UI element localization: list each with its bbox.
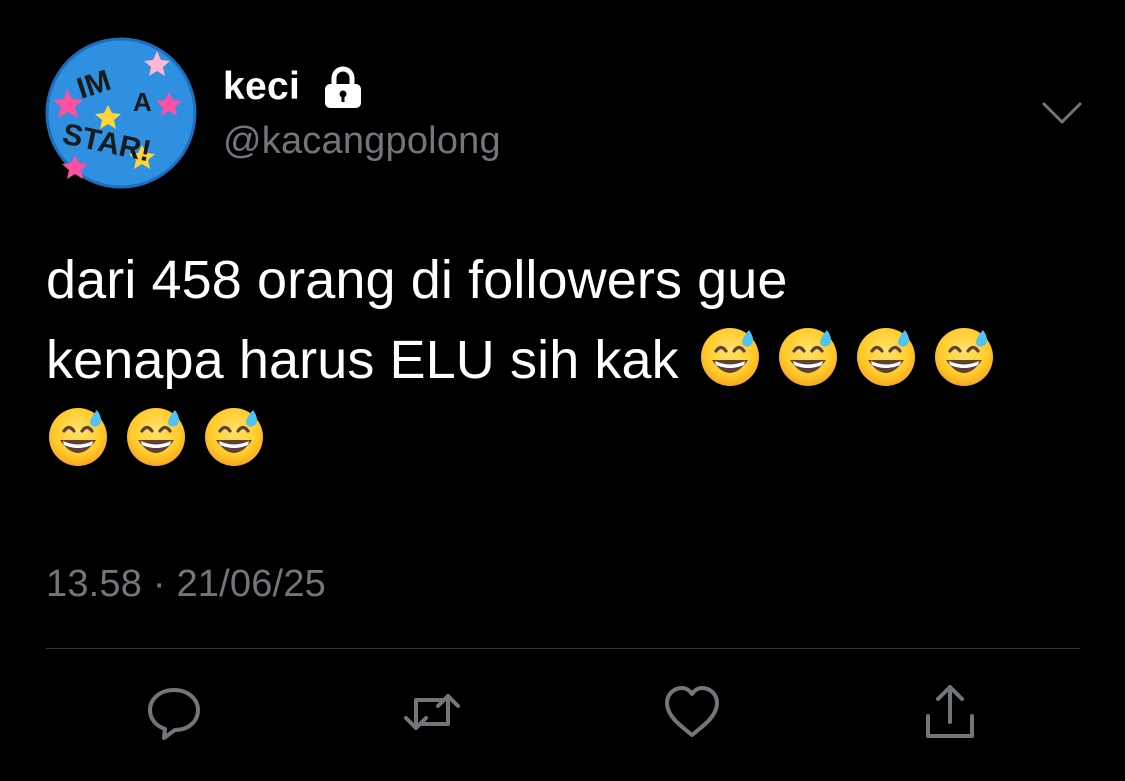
tweet-text-line-2-text: kenapa harus ELU sih kak [46,330,679,390]
retweet-icon[interactable] [402,682,462,742]
sweat-smile-emoji [202,404,266,468]
svg-text:A: A [133,87,152,117]
tweet-text-line-2: kenapa harus ELU sih kak [46,320,1086,400]
tweet-timestamp[interactable]: 13.58 · 21/06/25 [46,563,326,606]
sweat-smile-emoji [46,404,110,468]
sweat-smile-emoji [932,324,996,388]
sweat-smile-emoji [124,404,188,468]
tweet-text-line-1: dari 458 orang di followers gue [46,250,788,310]
sweat-smile-emoji [698,324,762,388]
avatar[interactable]: IM A STAR! [45,37,197,189]
sweat-smile-emoji [776,324,840,388]
share-icon[interactable] [920,682,980,742]
tweet-text-line-3 [46,400,1086,480]
sweat-smile-emoji [854,324,918,388]
divider [46,648,1080,649]
chevron-down-icon[interactable] [1040,96,1084,132]
reply-icon[interactable] [144,682,204,742]
lock-icon [322,65,364,109]
author-handle[interactable]: @kacangpolong [223,120,501,163]
heart-icon[interactable] [662,682,722,742]
tweet-card: IM A STAR! keci @kacangpolong dari 458 o… [0,0,1125,781]
author-row: keci [223,62,364,112]
tweet-text: dari 458 orang di followers gue kenapa h… [46,240,1086,480]
display-name[interactable]: keci [223,65,300,109]
